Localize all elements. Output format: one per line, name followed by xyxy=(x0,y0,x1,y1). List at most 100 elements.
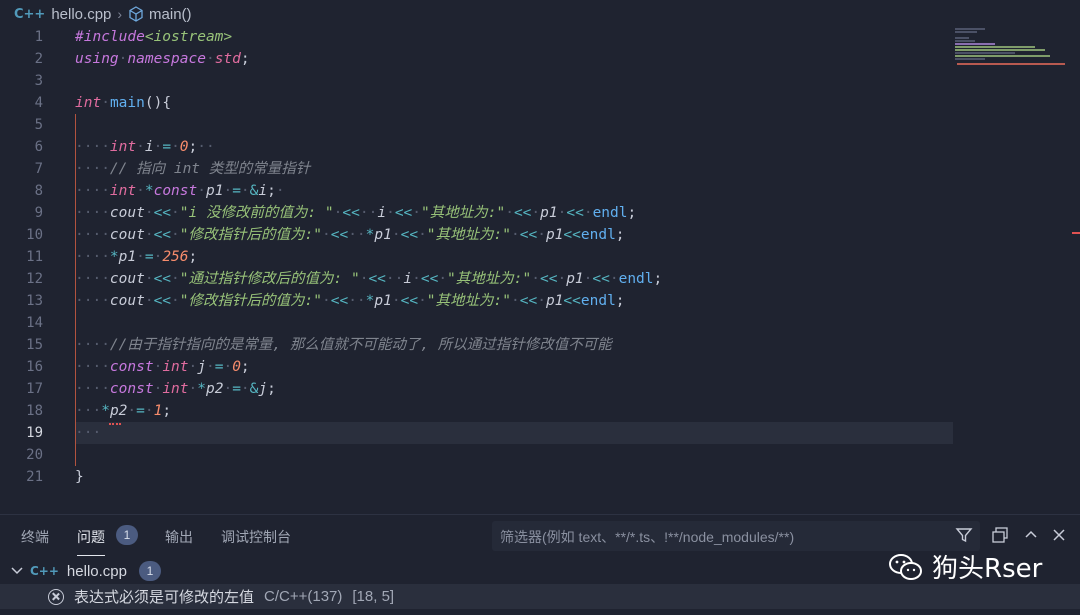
code-line[interactable]: 2 using·namespace·std; xyxy=(0,48,1080,70)
operator: << xyxy=(400,293,419,309)
operator: = xyxy=(136,403,145,419)
tab-output[interactable]: 输出 xyxy=(165,527,193,547)
number-literal: 0 xyxy=(179,139,189,155)
code-line[interactable]: 19 ··· xyxy=(0,422,1080,444)
code-line[interactable]: 16 ····const·int·j·=·0; xyxy=(0,356,1080,378)
operator: << xyxy=(153,293,172,309)
code-line[interactable]: 5 xyxy=(0,114,1080,136)
scrollbar-error-marker xyxy=(1072,232,1080,234)
minimap[interactable] xyxy=(955,28,1065,68)
code-line[interactable]: 17 ····const·int·*p2·=·&j; xyxy=(0,378,1080,400)
identifier: cout xyxy=(109,205,145,221)
tab-problems[interactable]: 问题 xyxy=(77,527,105,547)
code-line[interactable]: 18 ···*p2·=·1; xyxy=(0,400,1080,422)
code-line[interactable]: 21} xyxy=(0,466,1080,488)
code-line[interactable]: 20 xyxy=(0,444,1080,466)
operator: << xyxy=(153,205,172,221)
identifier: cout xyxy=(109,271,145,287)
identifier: endl xyxy=(592,205,628,221)
chevron-up-icon[interactable] xyxy=(1023,527,1039,543)
code-line[interactable]: 13 ····cout·<<·"修改指针后的值为:"·<<··*p1·<<·"其地… xyxy=(0,290,1080,312)
breadcrumb-separator: › xyxy=(117,6,123,22)
tab-debug-console[interactable]: 调试控制台 xyxy=(221,527,291,547)
breadcrumb: C++ hello.cpp › main() xyxy=(0,0,1080,28)
operator: << xyxy=(342,205,360,221)
identifier: cout xyxy=(109,227,145,243)
operator: * xyxy=(101,403,110,419)
operator: << xyxy=(563,227,581,243)
variable: i xyxy=(258,183,268,199)
filter-input[interactable] xyxy=(492,521,942,553)
problem-item[interactable]: 表达式必须是可修改的左值 C/C++(137) [18, 5] xyxy=(0,584,1080,609)
punctuation: ; xyxy=(615,293,625,309)
function-name: main xyxy=(109,95,145,111)
operator: * xyxy=(109,249,119,265)
operator: << xyxy=(563,293,581,309)
keyword: using xyxy=(75,51,119,67)
variable: i xyxy=(377,205,387,221)
line-number: 15 xyxy=(26,337,43,353)
code-editor[interactable]: 1 #include<iostream> 2 using·namespace·std… xyxy=(0,26,1080,496)
variable: p1 xyxy=(374,227,392,243)
punctuation: } xyxy=(75,469,84,485)
punctuation: ; xyxy=(162,403,172,419)
code-line[interactable]: 12 ····cout·<<·"通过指针修改后的值为: "·<<··i·<<·"其… xyxy=(0,268,1080,290)
operator: = xyxy=(144,249,154,265)
operator: << xyxy=(539,271,558,287)
keyword: namespace xyxy=(127,51,206,67)
problems-filter[interactable] xyxy=(492,521,980,553)
punctuation: ; xyxy=(267,381,276,397)
operator: << xyxy=(420,271,439,287)
error-position: [18, 5] xyxy=(352,588,395,605)
variable: p1 xyxy=(205,183,224,199)
filter-icon[interactable] xyxy=(955,526,973,544)
line-number: 5 xyxy=(34,117,43,133)
punctuation: ; xyxy=(615,227,625,243)
operator: << xyxy=(566,205,584,221)
operator: << xyxy=(400,227,419,243)
line-number: 9 xyxy=(34,205,43,221)
type-keyword: int xyxy=(109,139,137,155)
code-line[interactable]: 4 int·main(){ xyxy=(0,92,1080,114)
operator: = xyxy=(232,381,241,397)
variable: p1 xyxy=(374,293,392,309)
string-literal: "其地址为:" xyxy=(447,271,532,287)
breadcrumb-symbol[interactable]: main() xyxy=(149,6,192,23)
code-line[interactable]: 15 ····//由于指针指向的是常量, 那么值就不可能动了, 所以通过指针修改值… xyxy=(0,334,1080,356)
collapse-all-icon[interactable] xyxy=(991,526,1009,544)
punctuation: ; xyxy=(653,271,663,287)
chevron-down-icon[interactable] xyxy=(10,564,24,578)
line-number: 2 xyxy=(34,51,43,67)
number-literal: 0 xyxy=(232,359,241,375)
variable: p1 xyxy=(545,227,564,243)
variable: p2 xyxy=(109,403,128,419)
line-number: 11 xyxy=(26,249,43,265)
code-line[interactable]: 11 ····*p1·=·256; xyxy=(0,246,1080,268)
code-line[interactable]: 6 ····int·i·=·0;·· xyxy=(0,136,1080,158)
problems-file-name: hello.cpp xyxy=(66,562,127,580)
code-line[interactable]: 9 ····cout·<<·"i 没修改前的值为: "·<<··i·<<·"其地址… xyxy=(0,202,1080,224)
punctuation: ; xyxy=(188,249,198,265)
code-line[interactable]: 8 ····int·*const·p1·=·&i;· xyxy=(0,180,1080,202)
code-line[interactable]: 14 xyxy=(0,312,1080,334)
operator: << xyxy=(519,227,538,243)
tab-terminal[interactable]: 终端 xyxy=(21,527,49,547)
variable: p1 xyxy=(118,249,137,265)
code-line[interactable]: 3 xyxy=(0,70,1080,92)
line-number: 13 xyxy=(26,293,43,309)
punctuation: ; xyxy=(267,183,276,199)
code-line[interactable]: 7 ····// 指向 int 类型的常量指针 xyxy=(0,158,1080,180)
type-keyword: int xyxy=(75,95,102,111)
variable: p2 xyxy=(205,381,224,397)
code-line[interactable]: 1 #include<iostream> xyxy=(0,26,1080,48)
problems-count-badge: 1 xyxy=(116,525,138,545)
line-number: 3 xyxy=(34,73,43,89)
comment: // 指向 int 类型的常量指针 xyxy=(109,161,311,177)
variable: i xyxy=(144,139,154,155)
line-number: 18 xyxy=(26,403,43,419)
string-literal: "修改指针后的值为:" xyxy=(179,227,322,243)
line-number: 8 xyxy=(34,183,43,199)
breadcrumb-file[interactable]: hello.cpp xyxy=(51,6,111,23)
code-line[interactable]: 10 ····cout·<<·"修改指针后的值为:"·<<··*p1·<<·"其地… xyxy=(0,224,1080,246)
close-icon[interactable] xyxy=(1051,527,1067,543)
